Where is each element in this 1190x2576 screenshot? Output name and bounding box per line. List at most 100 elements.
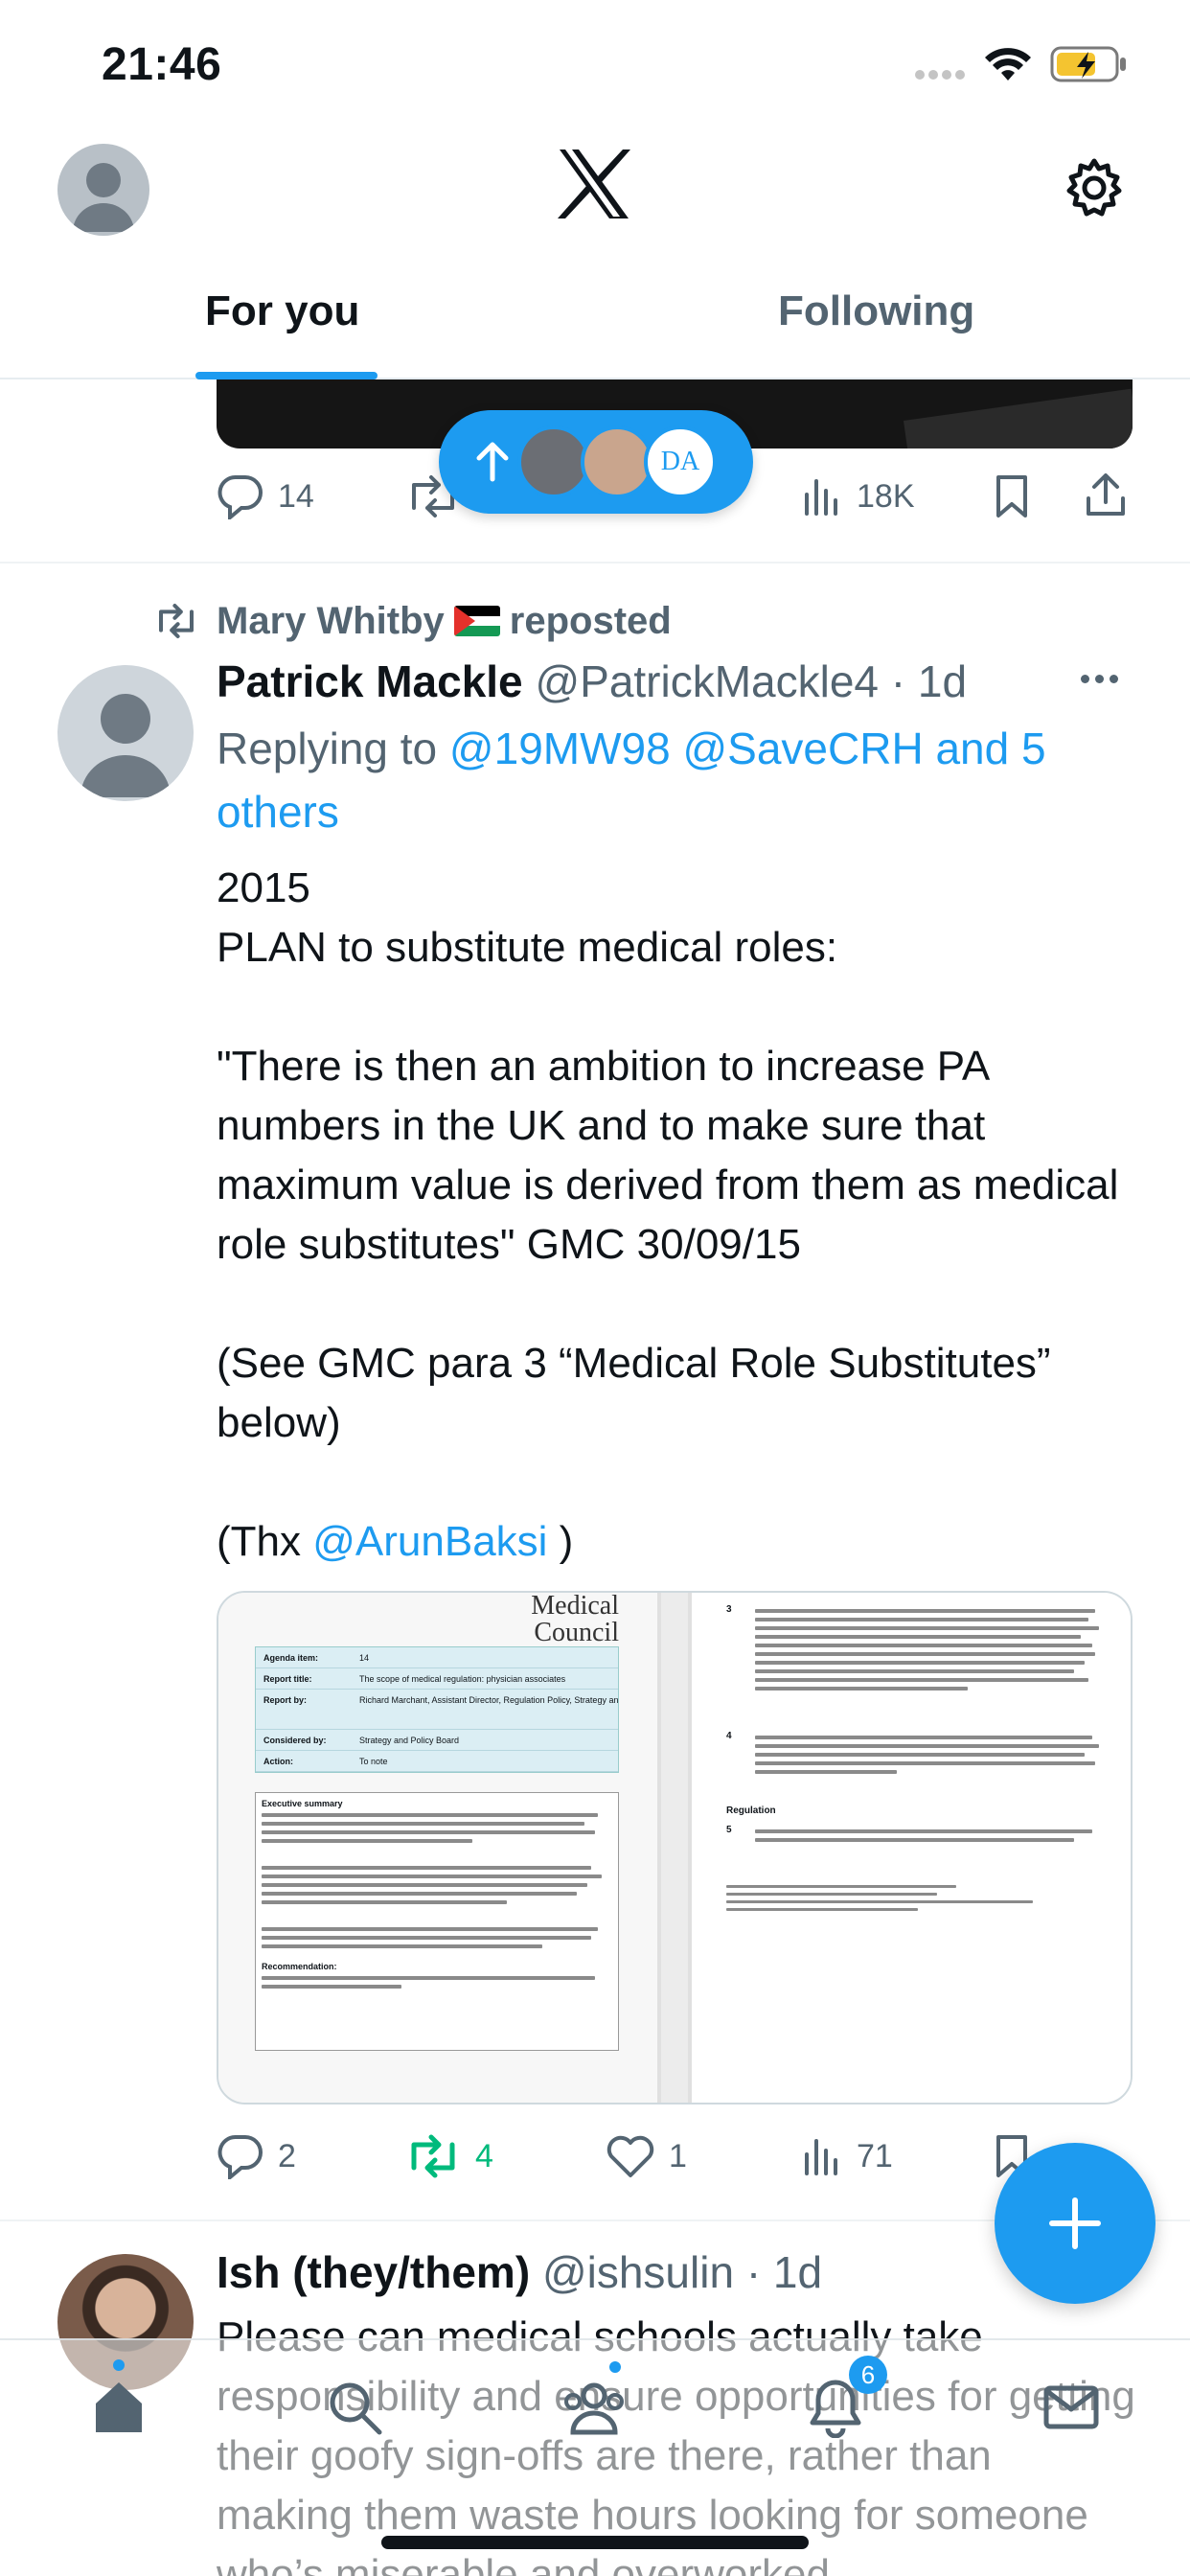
document-footnotes [726,1880,1110,1916]
tweet-text-line [217,1453,1136,1512]
author-name[interactable]: Ish (they/them) [217,2247,530,2297]
document-paragraph: 4 [726,1731,1110,1779]
document-paragraph: 5 [726,1825,1110,1847]
reply-icon [217,474,263,519]
plus-icon [1049,2197,1101,2249]
top-header: 21:46 For you Following [0,0,1190,380]
author-avatar[interactable] [57,665,194,801]
tweet-time: · 1d [745,2247,823,2297]
views-button[interactable]: 18K [801,468,915,525]
document-header: Medical Council [531,1591,619,1647]
arrow-up-icon [473,439,512,490]
like-button[interactable]: 1 [606,2128,687,2185]
doc-value: The scope of medical regulation: physici… [359,1674,566,1684]
repost-icon [411,2134,455,2178]
doc-value: To note [359,1757,388,1766]
document-image-right[interactable]: 3 4 Regulation 5 [688,1593,1131,2103]
tweet-media-grid[interactable]: Medical Council Agenda item: 14 Report ti… [217,1591,1133,2104]
tweet-text-line: 2015 [217,864,310,911]
reply-count: 2 [278,2137,296,2174]
avatar: DA [644,426,717,498]
repost-icon [159,604,194,638]
doc-key: Report by: [263,1695,307,1705]
reply-count: 14 [278,477,314,515]
bookmark-icon [996,475,1027,518]
document-paragraph: 3 [726,1604,1110,1695]
feed-tabs: For you Following [0,268,1190,380]
tab-following[interactable]: Following [778,288,974,335]
doc-key: Considered by: [263,1736,327,1745]
reposter-name: Mary Whitby [217,599,445,642]
communities-icon[interactable] [560,2377,629,2443]
like-count: 1 [669,2137,687,2174]
repost-button[interactable]: 4 [404,2128,493,2185]
divider [0,562,1190,564]
tweet-text-line: PLAN to substitute medical roles: [217,924,838,971]
document-table: Agenda item: 14 Report title: The scope of… [255,1646,619,1773]
doc-value: 14 [359,1653,370,1663]
views-count: 71 [857,2137,893,2174]
compose-post-button[interactable] [995,2143,1156,2304]
tweet-text: 2015 PLAN to substitute medical roles: "… [217,859,1136,1572]
tweet-time: · 1d [890,656,968,706]
doc-para-number: 4 [726,1731,732,1741]
palestine-flag-icon [453,606,500,636]
heart-icon [606,2135,654,2177]
doc-heading: Executive summary [262,1799,343,1808]
doc-value: Strategy and Policy Board [359,1736,460,1745]
repost-count: 4 [475,2137,493,2174]
replying-prefix: Replying to [217,724,438,773]
thanks-prefix: (Thx [217,1518,301,1565]
media-gap [661,1593,688,2103]
communities-unread-dot [609,2361,621,2373]
profile-avatar[interactable] [57,144,149,236]
tweet-text-line: (See GMC para 3 “Medical Role Substitute… [217,1340,1051,1446]
gear-icon[interactable] [1064,157,1125,223]
reply-button[interactable]: 14 [217,468,314,525]
tweet-text-line: "There is then an ambition to increase P… [217,1043,1119,1268]
more-options-icon[interactable] [1081,671,1138,700]
document-summary-box: Executive summary Recommendation: [255,1792,619,2051]
notification-badge: 6 [849,2356,887,2394]
tweet-text-line: (Thx @ArunBaksi ) [217,1512,1136,1572]
home-icon[interactable] [88,2377,149,2443]
author-name[interactable]: Patrick Mackle [217,656,523,706]
search-icon[interactable] [324,2377,385,2443]
doc-value: Richard Marchant, Assistant Director, Re… [359,1695,618,1705]
status-time: 21:46 [102,39,222,90]
bookmark-button[interactable] [993,468,1044,525]
views-button[interactable]: 71 [801,2128,893,2185]
share-button[interactable] [1083,468,1142,525]
reply-button[interactable]: 2 [217,2128,296,2185]
tweet-text-line [217,978,1136,1037]
views-count: 18K [857,477,915,515]
author-handle[interactable]: @ishsulin [542,2247,734,2297]
home-unread-dot [113,2359,125,2371]
document-image-left[interactable]: Medical Council Agenda item: 14 Report ti… [218,1593,661,2103]
wifi-icon [983,46,1033,89]
doc-para-number: 5 [726,1825,732,1835]
battery-icon [1050,44,1129,89]
author-line: Patrick Mackle @PatrickMackle4 · 1d [217,656,967,713]
x-logo-icon[interactable] [556,148,632,225]
tweet-text-line [217,1275,1136,1334]
author-line: Ish (they/them) @ishsulin · 1d [217,2246,822,2304]
new-posts-button[interactable]: DA [439,410,753,514]
cellular-signal-icon [915,67,969,84]
avatar [581,426,653,498]
status-bar: 21:46 [0,0,1190,125]
doc-key: Agenda item: [263,1653,319,1663]
repost-context[interactable]: Mary Whitby reposted [153,594,672,648]
tweet-actions: 2 4 1 71 [217,2128,1133,2185]
thanks-suffix: ) [559,1518,574,1565]
messages-icon[interactable] [1041,2377,1102,2443]
avatar [517,426,590,498]
share-icon [1087,473,1125,516]
views-icon [805,2139,837,2175]
home-indicator [381,2536,809,2549]
tab-for-you[interactable]: For you [205,288,359,335]
mention-link[interactable]: @ArunBaksi [312,1518,547,1565]
views-icon [805,479,837,516]
author-handle[interactable]: @PatrickMackle4 [535,656,879,706]
header-top-row [0,134,1190,249]
